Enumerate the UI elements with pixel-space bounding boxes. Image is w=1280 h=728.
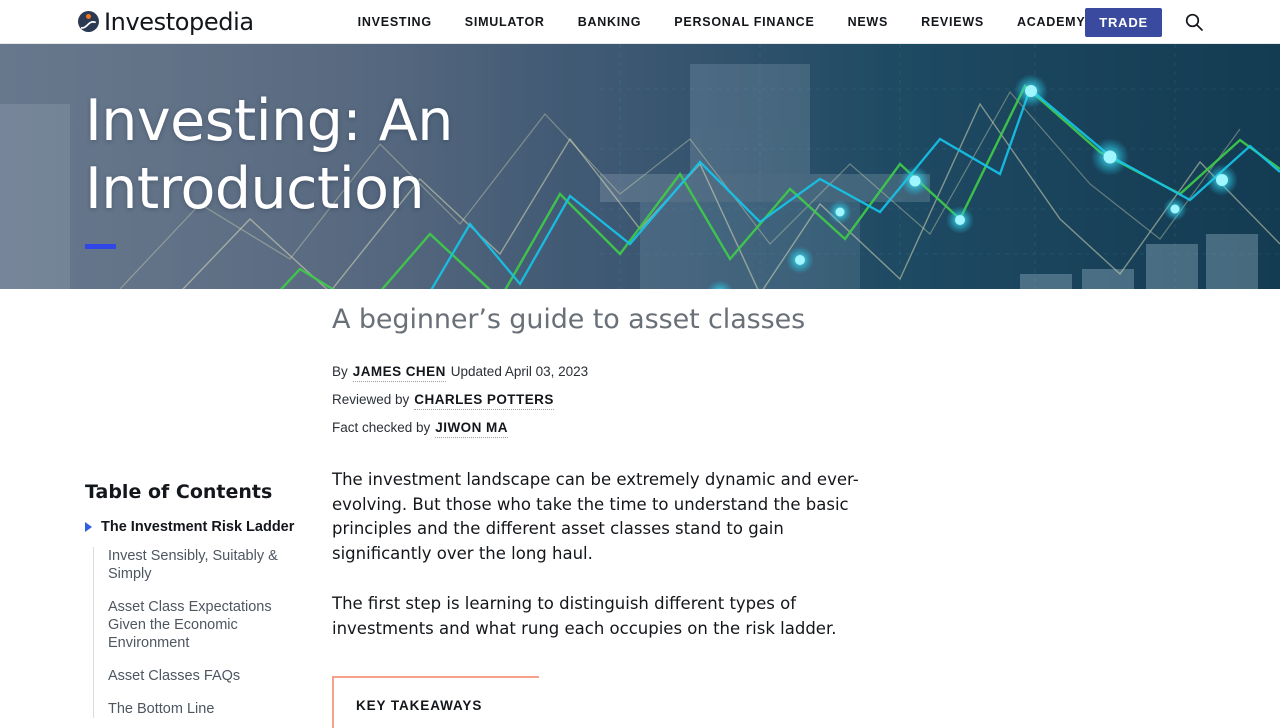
byline-reviewer-link[interactable]: CHARLES POTTERS <box>414 391 554 410</box>
article-paragraph-2: The first step is learning to distinguis… <box>332 594 837 638</box>
hero-banner: Investing: An Introduction <box>0 44 1280 289</box>
byline-reviewed-label: Reviewed by <box>332 392 410 407</box>
nav-item-investing[interactable]: INVESTING <box>358 15 432 29</box>
table-of-contents: Table of Contents The Investment Risk La… <box>85 481 300 728</box>
byline-by-label: By <box>332 364 348 379</box>
byline-author-row: By JAMES CHEN Updated April 03, 2023 <box>332 363 880 382</box>
nav-item-banking[interactable]: BANKING <box>578 15 642 29</box>
toc-item-invest-sensibly[interactable]: Invest Sensibly, Suitably & Simply <box>108 547 300 583</box>
nav-item-academy[interactable]: ACADEMY <box>1017 15 1085 29</box>
main-navigation: INVESTING SIMULATOR BANKING PERSONAL FIN… <box>358 15 1086 29</box>
hero-content: Investing: An Introduction <box>0 44 1280 249</box>
site-logo-text: Investopedia <box>104 7 254 36</box>
toc-sublist: Invest Sensibly, Suitably & Simply Asset… <box>93 547 300 718</box>
byline-fact-checker-link[interactable]: JIWON MA <box>435 419 508 438</box>
article-byline: By JAMES CHEN Updated April 03, 2023 Rev… <box>332 363 880 438</box>
toc-item-investment-risk-ladder[interactable]: The Investment Risk Ladder <box>85 518 300 537</box>
byline-fact-checker-row: Fact checked by JIWON MA <box>332 419 880 438</box>
site-header: Investopedia INVESTING SIMULATOR BANKING… <box>0 0 1280 44</box>
trade-button[interactable]: TRADE <box>1085 7 1162 37</box>
nav-item-news[interactable]: NEWS <box>848 15 889 29</box>
toc-heading: Table of Contents <box>85 481 273 503</box>
chevron-right-icon <box>85 522 92 532</box>
hero-accent-bar <box>85 244 116 249</box>
page-body: Table of Contents The Investment Risk La… <box>0 289 1280 728</box>
nav-item-reviews[interactable]: REVIEWS <box>921 15 984 29</box>
toc-item-asset-class-expectations[interactable]: Asset Class Expectations Given the Econo… <box>108 598 300 652</box>
key-takeaways-heading: KEY TAKEAWAYS <box>356 698 483 713</box>
byline-fact-checked-label: Fact checked by <box>332 420 431 435</box>
search-button[interactable] <box>1184 12 1204 32</box>
article-content: A beginner’s guide to asset classes By J… <box>332 303 880 728</box>
article-paragraph-1: The investment landscape can be extremel… <box>332 470 859 563</box>
byline-author-link[interactable]: JAMES CHEN <box>352 363 446 382</box>
key-takeaway-item-1: Investing can be a daunting prospect for… <box>356 723 880 728</box>
key-takeaways-box: KEY TAKEAWAYS Investing can be a dauntin… <box>332 676 880 728</box>
nav-item-personal-finance[interactable]: PERSONAL FINANCE <box>674 15 814 29</box>
toc-active-label: The Investment Risk Ladder <box>101 519 295 535</box>
search-icon <box>1185 13 1203 31</box>
toc-item-the-bottom-line[interactable]: The Bottom Line <box>108 700 300 718</box>
investopedia-logo-icon <box>78 11 99 32</box>
nav-item-simulator[interactable]: SIMULATOR <box>465 15 545 29</box>
header-actions: TRADE <box>1085 0 1280 44</box>
toc-item-asset-classes-faqs[interactable]: Asset Classes FAQs <box>108 667 300 685</box>
article-subtitle: A beginner’s guide to asset classes <box>332 304 806 335</box>
page-title: Investing: An Introduction <box>85 88 453 222</box>
byline-updated-date: Updated April 03, 2023 <box>450 364 589 379</box>
byline-reviewer-row: Reviewed by CHARLES POTTERS <box>332 391 880 410</box>
key-takeaways-list: Investing can be a daunting prospect for… <box>356 723 880 728</box>
logo-swoosh-icon <box>81 21 96 29</box>
site-logo[interactable]: Investopedia <box>78 8 254 36</box>
